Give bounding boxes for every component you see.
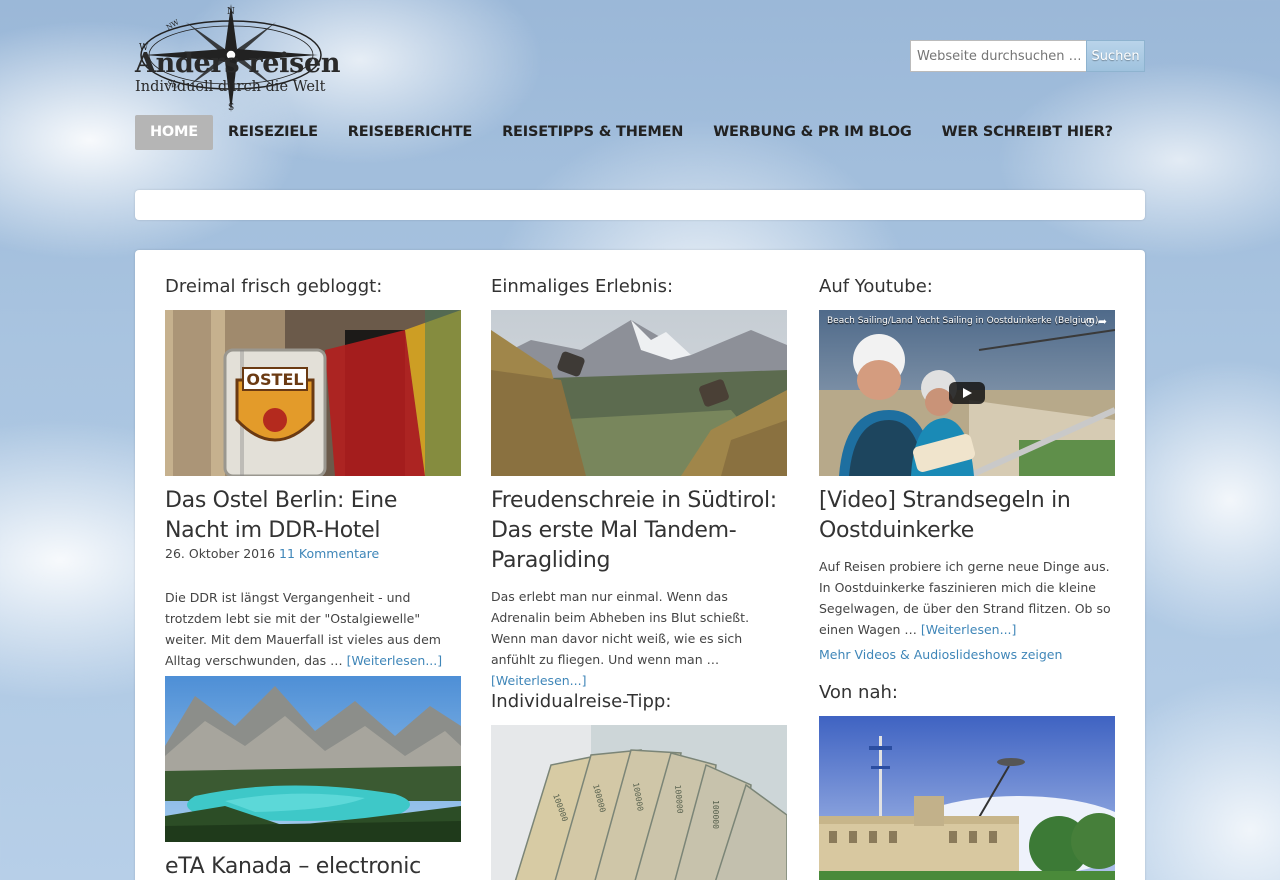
post-excerpt: Auf Reisen probiere ich gerne neue Dinge… <box>819 556 1115 640</box>
search-form: Suchen <box>910 40 1145 72</box>
search-input[interactable] <box>910 40 1086 72</box>
nav-item-werbung[interactable]: WERBUNG & PR IM BLOG <box>698 115 926 150</box>
clock-share-icon[interactable]: ◷ ➦ <box>1085 315 1107 328</box>
search-button[interactable]: Suchen <box>1086 40 1145 72</box>
post-excerpt: Die DDR ist längst Vergangenheit - und t… <box>165 587 461 671</box>
section-heading: Einmaliges Erlebnis: <box>491 276 674 297</box>
main-nav: HOME REISEZIELE REISEBERICHTE REISETIPPS… <box>135 115 1128 150</box>
empty-bar <box>135 190 1145 220</box>
site-title[interactable]: Anders reisen <box>135 48 341 79</box>
read-more-link[interactable]: [Weiterlesen...] <box>347 653 442 668</box>
comments-link[interactable]: 11 Kommentare <box>279 546 379 561</box>
svg-text:N: N <box>227 7 235 17</box>
post-thumbnail-maypole[interactable] <box>819 716 1115 880</box>
more-videos-link[interactable]: Mehr Videos & Audioslideshows zeigen <box>819 647 1062 662</box>
nav-item-reiseziele[interactable]: REISEZIELE <box>213 115 333 150</box>
post-thumbnail-paragliding[interactable] <box>491 310 787 476</box>
nav-item-home[interactable]: HOME <box>135 115 213 150</box>
ostel-sign-text: OSTEL <box>246 370 303 389</box>
ostel-sign-image: OSTEL <box>165 310 461 476</box>
maypole-image <box>819 716 1115 880</box>
section-heading-2: Individualreise-Tipp: <box>491 691 672 712</box>
nav-item-wer-schreibt[interactable]: WER SCHREIBT HIER? <box>927 115 1128 150</box>
post-title-kanada[interactable]: eTA Kanada – electronic <box>165 852 461 880</box>
post-date: 26. Oktober 2016 <box>165 546 276 561</box>
video-caption: Beach Sailing/Land Yacht Sailing in Oost… <box>827 316 1099 326</box>
post-title-video[interactable]: [Video] Strandsegeln in Oostduinkerke <box>819 486 1115 546</box>
post-title-paragliding[interactable]: Freudenschreie in Südtirol: Das erste Ma… <box>491 486 787 576</box>
nav-item-reisetipps[interactable]: REISETIPPS & THEMEN <box>487 115 698 150</box>
post-thumbnail-kanada[interactable] <box>165 676 461 842</box>
read-more-link[interactable]: [Weiterlesen...] <box>491 673 586 688</box>
post-thumbnail-money[interactable]: 100000 100000 100000 100000 100000 <box>491 725 787 880</box>
post-meta: 26. Oktober 2016 11 Kommentare <box>165 546 379 561</box>
svg-text:S: S <box>228 103 234 113</box>
lake-mountain-image <box>165 676 461 842</box>
site-tagline: Individuell durch die Welt <box>135 79 326 95</box>
youtube-video-embed[interactable]: Beach Sailing/Land Yacht Sailing in Oost… <box>819 310 1115 476</box>
play-button-icon[interactable] <box>949 382 985 404</box>
section-heading: Dreimal frisch gebloggt: <box>165 276 383 297</box>
section-heading-2: Von nah: <box>819 682 898 703</box>
post-excerpt: Das erlebt man nur einmal. Wenn das Adre… <box>491 586 787 691</box>
read-more-link[interactable]: [Weiterlesen...] <box>921 622 1016 637</box>
post-thumbnail-ostel[interactable]: OSTEL <box>165 310 461 476</box>
paragliding-image <box>491 310 787 476</box>
svg-text:100000: 100000 <box>711 800 720 829</box>
banknotes-image: 100000 100000 100000 100000 100000 <box>491 725 787 880</box>
section-heading: Auf Youtube: <box>819 276 933 297</box>
nav-item-reiseberichte[interactable]: REISEBERICHTE <box>333 115 487 150</box>
post-excerpt-text: Das erlebt man nur einmal. Wenn das Adre… <box>491 589 750 667</box>
post-title-ostel[interactable]: Das Ostel Berlin: Eine Nacht im DDR-Hote… <box>165 486 461 546</box>
content-panel: Dreimal frisch gebloggt: OSTEL Das Ostel… <box>135 250 1145 880</box>
